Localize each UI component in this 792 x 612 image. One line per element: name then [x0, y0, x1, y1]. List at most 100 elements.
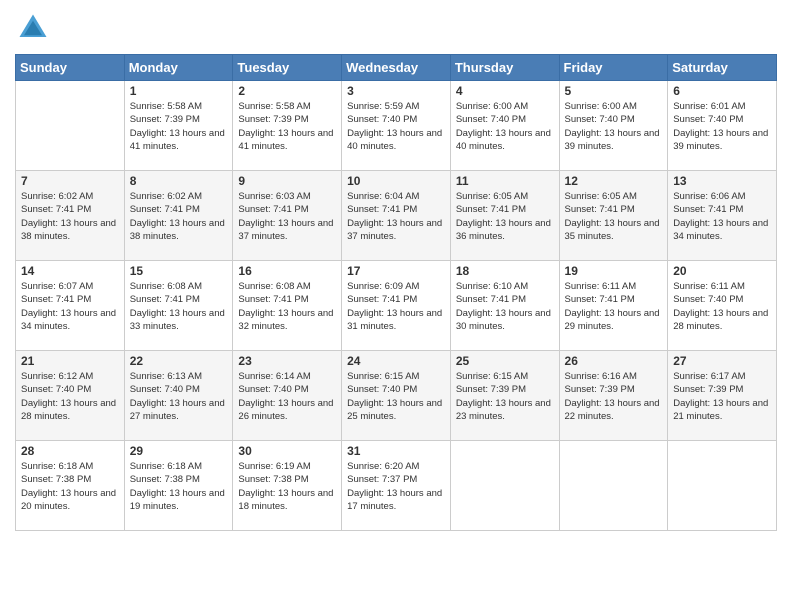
calendar-cell: 23 Sunrise: 6:14 AMSunset: 7:40 PMDayligh…: [233, 351, 342, 441]
calendar-cell: 1 Sunrise: 5:58 AMSunset: 7:39 PMDaylight…: [124, 81, 233, 171]
day-number: 31: [347, 444, 445, 458]
calendar-cell: [16, 81, 125, 171]
day-number: 14: [21, 264, 119, 278]
day-info: Sunrise: 6:18 AMSunset: 7:38 PMDaylight:…: [130, 460, 228, 513]
day-number: 28: [21, 444, 119, 458]
day-info: Sunrise: 6:09 AMSunset: 7:41 PMDaylight:…: [347, 280, 445, 333]
day-number: 21: [21, 354, 119, 368]
day-number: 29: [130, 444, 228, 458]
calendar-cell: 24 Sunrise: 6:15 AMSunset: 7:40 PMDayligh…: [342, 351, 451, 441]
day-info: Sunrise: 6:02 AMSunset: 7:41 PMDaylight:…: [130, 190, 228, 243]
day-number: 27: [673, 354, 771, 368]
calendar-header-thursday: Thursday: [450, 55, 559, 81]
day-info: Sunrise: 6:11 AMSunset: 7:41 PMDaylight:…: [565, 280, 663, 333]
day-number: 16: [238, 264, 336, 278]
day-info: Sunrise: 6:07 AMSunset: 7:41 PMDaylight:…: [21, 280, 119, 333]
day-info: Sunrise: 6:14 AMSunset: 7:40 PMDaylight:…: [238, 370, 336, 423]
calendar-cell: 5Sunrise: 6:00 AMSunset: 7:40 PMDaylight…: [559, 81, 668, 171]
calendar-header-wednesday: Wednesday: [342, 55, 451, 81]
calendar-header-tuesday: Tuesday: [233, 55, 342, 81]
calendar-cell: [559, 441, 668, 531]
day-number: 8: [130, 174, 228, 188]
day-info: Sunrise: 6:16 AMSunset: 7:39 PMDaylight:…: [565, 370, 663, 423]
day-info: Sunrise: 6:08 AMSunset: 7:41 PMDaylight:…: [238, 280, 336, 333]
calendar-cell: 6 Sunrise: 6:01 AMSunset: 7:40 PMDaylight…: [668, 81, 777, 171]
calendar-header-saturday: Saturday: [668, 55, 777, 81]
calendar-cell: 14 Sunrise: 6:07 AMSunset: 7:41 PMDayligh…: [16, 261, 125, 351]
calendar-cell: [668, 441, 777, 531]
calendar-cell: 3 Sunrise: 5:59 AMSunset: 7:40 PMDaylight…: [342, 81, 451, 171]
calendar-cell: 12 Sunrise: 6:05 AMSunset: 7:41 PMDayligh…: [559, 171, 668, 261]
calendar-week-3: 14 Sunrise: 6:07 AMSunset: 7:41 PMDayligh…: [16, 261, 777, 351]
calendar-week-5: 28 Sunrise: 6:18 AMSunset: 7:38 PMDayligh…: [16, 441, 777, 531]
day-number: 12: [565, 174, 663, 188]
logo: [15, 10, 55, 46]
calendar-cell: 21 Sunrise: 6:12 AMSunset: 7:40 PMDayligh…: [16, 351, 125, 441]
calendar-cell: 2Sunrise: 5:58 AMSunset: 7:39 PMDaylight…: [233, 81, 342, 171]
day-number: 10: [347, 174, 445, 188]
day-info: Sunrise: 6:00 AMSunset: 7:40 PMDaylight:…: [565, 100, 663, 153]
calendar-cell: 8 Sunrise: 6:02 AMSunset: 7:41 PMDaylight…: [124, 171, 233, 261]
calendar-cell: 18 Sunrise: 6:10 AMSunset: 7:41 PMDayligh…: [450, 261, 559, 351]
day-info: Sunrise: 6:15 AMSunset: 7:39 PMDaylight:…: [456, 370, 554, 423]
day-info: Sunrise: 6:17 AMSunset: 7:39 PMDaylight:…: [673, 370, 771, 423]
day-number: 15: [130, 264, 228, 278]
calendar-cell: 29 Sunrise: 6:18 AMSunset: 7:38 PMDayligh…: [124, 441, 233, 531]
day-number: 19: [565, 264, 663, 278]
calendar-week-1: 1 Sunrise: 5:58 AMSunset: 7:39 PMDaylight…: [16, 81, 777, 171]
page-header: [15, 10, 777, 46]
day-number: 3: [347, 84, 445, 98]
calendar-cell: 7Sunrise: 6:02 AMSunset: 7:41 PMDaylight…: [16, 171, 125, 261]
day-info: Sunrise: 6:20 AMSunset: 7:37 PMDaylight:…: [347, 460, 445, 513]
day-number: 26: [565, 354, 663, 368]
calendar-week-2: 7Sunrise: 6:02 AMSunset: 7:41 PMDaylight…: [16, 171, 777, 261]
day-number: 24: [347, 354, 445, 368]
day-info: Sunrise: 6:15 AMSunset: 7:40 PMDaylight:…: [347, 370, 445, 423]
day-info: Sunrise: 6:10 AMSunset: 7:41 PMDaylight:…: [456, 280, 554, 333]
calendar-cell: 4Sunrise: 6:00 AMSunset: 7:40 PMDaylight…: [450, 81, 559, 171]
calendar-cell: 13 Sunrise: 6:06 AMSunset: 7:41 PMDayligh…: [668, 171, 777, 261]
day-info: Sunrise: 6:01 AMSunset: 7:40 PMDaylight:…: [673, 100, 771, 153]
day-number: 1: [130, 84, 228, 98]
calendar-cell: 9 Sunrise: 6:03 AMSunset: 7:41 PMDaylight…: [233, 171, 342, 261]
day-number: 13: [673, 174, 771, 188]
calendar-cell: 28 Sunrise: 6:18 AMSunset: 7:38 PMDayligh…: [16, 441, 125, 531]
day-info: Sunrise: 6:12 AMSunset: 7:40 PMDaylight:…: [21, 370, 119, 423]
day-number: 9: [238, 174, 336, 188]
day-number: 22: [130, 354, 228, 368]
calendar-cell: 27 Sunrise: 6:17 AMSunset: 7:39 PMDayligh…: [668, 351, 777, 441]
calendar-cell: 16 Sunrise: 6:08 AMSunset: 7:41 PMDayligh…: [233, 261, 342, 351]
day-number: 25: [456, 354, 554, 368]
day-info: Sunrise: 6:03 AMSunset: 7:41 PMDaylight:…: [238, 190, 336, 243]
calendar-cell: 10 Sunrise: 6:04 AMSunset: 7:41 PMDayligh…: [342, 171, 451, 261]
day-info: Sunrise: 6:05 AMSunset: 7:41 PMDaylight:…: [456, 190, 554, 243]
calendar: SundayMondayTuesdayWednesdayThursdayFrid…: [15, 54, 777, 531]
day-info: Sunrise: 5:58 AMSunset: 7:39 PMDaylight:…: [130, 100, 228, 153]
day-info: Sunrise: 6:18 AMSunset: 7:38 PMDaylight:…: [21, 460, 119, 513]
calendar-cell: 22 Sunrise: 6:13 AMSunset: 7:40 PMDayligh…: [124, 351, 233, 441]
day-number: 20: [673, 264, 771, 278]
day-info: Sunrise: 5:58 AMSunset: 7:39 PMDaylight:…: [238, 100, 336, 153]
calendar-cell: 26 Sunrise: 6:16 AMSunset: 7:39 PMDayligh…: [559, 351, 668, 441]
day-info: Sunrise: 6:19 AMSunset: 7:38 PMDaylight:…: [238, 460, 336, 513]
calendar-cell: 25 Sunrise: 6:15 AMSunset: 7:39 PMDayligh…: [450, 351, 559, 441]
day-number: 18: [456, 264, 554, 278]
calendar-cell: [450, 441, 559, 531]
day-info: Sunrise: 6:13 AMSunset: 7:40 PMDaylight:…: [130, 370, 228, 423]
day-info: Sunrise: 6:05 AMSunset: 7:41 PMDaylight:…: [565, 190, 663, 243]
day-info: Sunrise: 6:11 AMSunset: 7:40 PMDaylight:…: [673, 280, 771, 333]
calendar-cell: 30 Sunrise: 6:19 AMSunset: 7:38 PMDayligh…: [233, 441, 342, 531]
day-number: 23: [238, 354, 336, 368]
day-number: 11: [456, 174, 554, 188]
calendar-cell: 19 Sunrise: 6:11 AMSunset: 7:41 PMDayligh…: [559, 261, 668, 351]
day-info: Sunrise: 6:04 AMSunset: 7:41 PMDaylight:…: [347, 190, 445, 243]
day-info: Sunrise: 6:06 AMSunset: 7:41 PMDaylight:…: [673, 190, 771, 243]
calendar-week-4: 21 Sunrise: 6:12 AMSunset: 7:40 PMDayligh…: [16, 351, 777, 441]
calendar-cell: 15 Sunrise: 6:08 AMSunset: 7:41 PMDayligh…: [124, 261, 233, 351]
day-number: 30: [238, 444, 336, 458]
calendar-header-monday: Monday: [124, 55, 233, 81]
day-info: Sunrise: 5:59 AMSunset: 7:40 PMDaylight:…: [347, 100, 445, 153]
calendar-header-row: SundayMondayTuesdayWednesdayThursdayFrid…: [16, 55, 777, 81]
day-info: Sunrise: 6:08 AMSunset: 7:41 PMDaylight:…: [130, 280, 228, 333]
day-number: 6: [673, 84, 771, 98]
